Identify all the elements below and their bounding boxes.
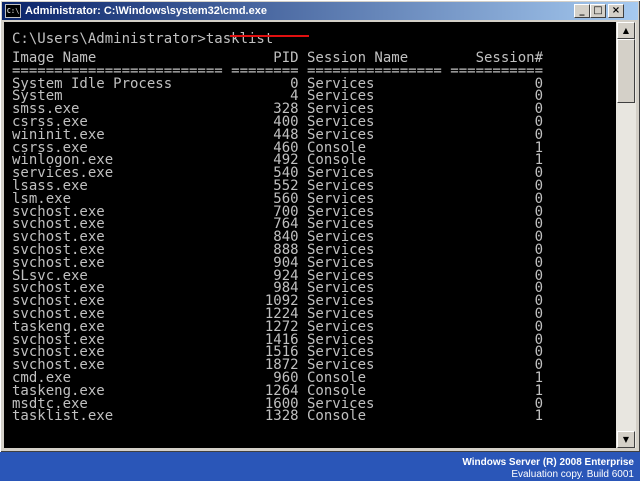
scroll-down-button[interactable]: ▼: [617, 431, 635, 448]
cmd-window: C:\ Administrator: C:\Windows\system32\c…: [0, 0, 640, 452]
vertical-scrollbar[interactable]: ▲ ▼: [616, 22, 636, 448]
close-icon: ×: [611, 5, 621, 16]
maximize-icon: □: [593, 5, 603, 16]
down-arrow-icon: ▼: [622, 435, 630, 444]
command-prompt: C:\Users\Administrator>tasklist: [12, 31, 274, 47]
maximize-button[interactable]: □: [590, 4, 606, 18]
window-title: Administrator: C:\Windows\system32\cmd.e…: [25, 5, 267, 17]
os-edition-label: Windows Server (R) 2008 Enterprise: [462, 457, 634, 468]
minimize-button[interactable]: _: [574, 4, 590, 18]
title-bar[interactable]: C:\ Administrator: C:\Windows\system32\c…: [2, 2, 638, 20]
scroll-thumb[interactable]: [617, 39, 635, 103]
cmd-icon[interactable]: C:\: [5, 4, 21, 18]
up-arrow-icon: ▲: [622, 26, 630, 35]
scroll-up-button[interactable]: ▲: [617, 22, 635, 39]
console-line: tasklist.exe 1328 Console 1: [12, 408, 544, 425]
close-button[interactable]: ×: [608, 4, 624, 18]
build-label: Evaluation copy. Build 6001: [511, 469, 634, 480]
command-underline: [230, 35, 309, 37]
console-output[interactable]: C:\Users\Administrator>tasklist Image Na…: [4, 22, 616, 448]
minimize-icon: _: [579, 5, 585, 16]
